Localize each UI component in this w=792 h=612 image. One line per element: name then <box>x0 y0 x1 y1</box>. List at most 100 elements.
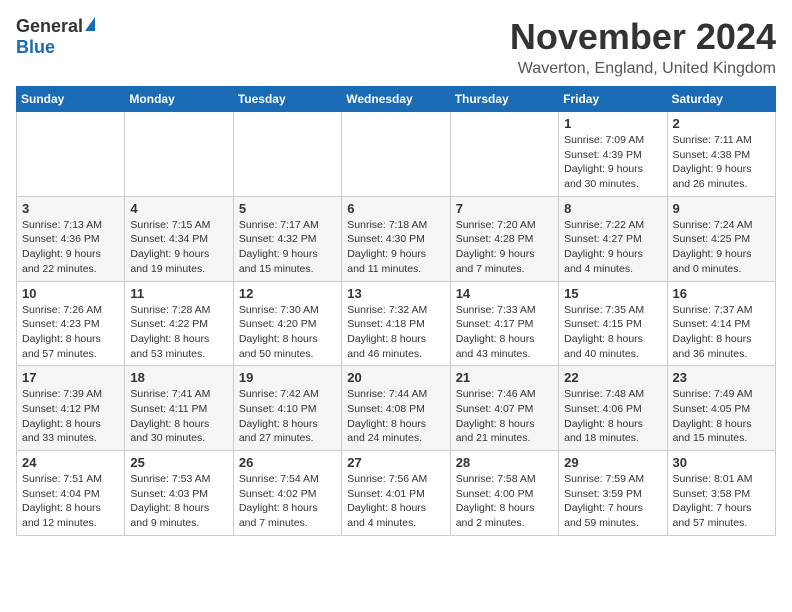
day-info: Sunrise: 7:49 AM Sunset: 4:05 PM Dayligh… <box>673 387 770 446</box>
day-info: Sunrise: 7:15 AM Sunset: 4:34 PM Dayligh… <box>130 218 227 277</box>
day-number: 24 <box>22 455 119 470</box>
calendar-cell: 26 Sunrise: 7:54 AM Sunset: 4:02 PM Dayli… <box>233 451 341 536</box>
day-info: Sunrise: 7:22 AM Sunset: 4:27 PM Dayligh… <box>564 218 661 277</box>
calendar-cell: 29 Sunrise: 7:59 AM Sunset: 3:59 PM Dayli… <box>559 451 667 536</box>
day-number: 23 <box>673 370 770 385</box>
calendar-cell: 1Sunrise: 7:09 AM Sunset: 4:39 PM Daylig… <box>559 112 667 197</box>
calendar-cell: 28 Sunrise: 7:58 AM Sunset: 4:00 PM Dayli… <box>450 451 558 536</box>
day-number: 8 <box>564 201 661 216</box>
day-number: 17 <box>22 370 119 385</box>
location-subtitle: Waverton, England, United Kingdom <box>510 60 776 78</box>
day-info: Sunrise: 7:37 AM Sunset: 4:14 PM Dayligh… <box>673 303 770 362</box>
day-info: Sunrise: 7:32 AM Sunset: 4:18 PM Dayligh… <box>347 303 444 362</box>
calendar-cell: 5 Sunrise: 7:17 AM Sunset: 4:32 PM Daylig… <box>233 196 341 281</box>
calendar-cell: 2Sunrise: 7:11 AM Sunset: 4:38 PM Daylig… <box>667 112 775 197</box>
calendar-cell <box>125 112 233 197</box>
day-number: 13 <box>347 286 444 301</box>
logo-blue-text: Blue <box>16 37 55 58</box>
logo: General Blue <box>16 16 95 58</box>
day-number: 6 <box>347 201 444 216</box>
calendar-cell <box>233 112 341 197</box>
day-info: Sunrise: 7:42 AM Sunset: 4:10 PM Dayligh… <box>239 387 336 446</box>
calendar-cell: 21 Sunrise: 7:46 AM Sunset: 4:07 PM Dayli… <box>450 366 558 451</box>
month-title: November 2024 <box>510 16 776 58</box>
day-info: Sunrise: 7:09 AM Sunset: 4:39 PM Dayligh… <box>564 133 661 192</box>
calendar-table: SundayMondayTuesdayWednesdayThursdayFrid… <box>16 86 776 536</box>
day-info: Sunrise: 7:53 AM Sunset: 4:03 PM Dayligh… <box>130 472 227 531</box>
calendar-cell: 4 Sunrise: 7:15 AM Sunset: 4:34 PM Daylig… <box>125 196 233 281</box>
day-number: 21 <box>456 370 553 385</box>
calendar-cell: 9Sunrise: 7:24 AM Sunset: 4:25 PM Daylig… <box>667 196 775 281</box>
weekday-header-saturday: Saturday <box>667 87 775 112</box>
calendar-cell: 25 Sunrise: 7:53 AM Sunset: 4:03 PM Dayli… <box>125 451 233 536</box>
logo-triangle-icon <box>85 17 95 31</box>
calendar-week-row: 17 Sunrise: 7:39 AM Sunset: 4:12 PM Dayli… <box>17 366 776 451</box>
calendar-cell <box>342 112 450 197</box>
day-number: 15 <box>564 286 661 301</box>
calendar-week-row: 10 Sunrise: 7:26 AM Sunset: 4:23 PM Dayli… <box>17 281 776 366</box>
logo-general-text: General <box>16 16 83 37</box>
day-number: 3 <box>22 201 119 216</box>
day-info: Sunrise: 7:30 AM Sunset: 4:20 PM Dayligh… <box>239 303 336 362</box>
day-number: 16 <box>673 286 770 301</box>
calendar-cell: 8 Sunrise: 7:22 AM Sunset: 4:27 PM Daylig… <box>559 196 667 281</box>
day-number: 2 <box>673 116 770 131</box>
day-number: 10 <box>22 286 119 301</box>
day-info: Sunrise: 7:59 AM Sunset: 3:59 PM Dayligh… <box>564 472 661 531</box>
calendar-cell: 24Sunrise: 7:51 AM Sunset: 4:04 PM Dayli… <box>17 451 125 536</box>
calendar-cell: 18Sunrise: 7:41 AM Sunset: 4:11 PM Dayli… <box>125 366 233 451</box>
calendar-header: SundayMondayTuesdayWednesdayThursdayFrid… <box>17 87 776 112</box>
weekday-header-wednesday: Wednesday <box>342 87 450 112</box>
title-block: November 2024 Waverton, England, United … <box>510 16 776 78</box>
weekday-header-row: SundayMondayTuesdayWednesdayThursdayFrid… <box>17 87 776 112</box>
calendar-cell: 3 Sunrise: 7:13 AM Sunset: 4:36 PM Daylig… <box>17 196 125 281</box>
calendar-cell <box>450 112 558 197</box>
day-info: Sunrise: 7:56 AM Sunset: 4:01 PM Dayligh… <box>347 472 444 531</box>
day-number: 12 <box>239 286 336 301</box>
day-number: 18 <box>130 370 227 385</box>
day-info: Sunrise: 7:18 AM Sunset: 4:30 PM Dayligh… <box>347 218 444 277</box>
weekday-header-friday: Friday <box>559 87 667 112</box>
day-info: Sunrise: 7:54 AM Sunset: 4:02 PM Dayligh… <box>239 472 336 531</box>
calendar-cell: 10 Sunrise: 7:26 AM Sunset: 4:23 PM Dayli… <box>17 281 125 366</box>
day-number: 27 <box>347 455 444 470</box>
day-number: 26 <box>239 455 336 470</box>
weekday-header-monday: Monday <box>125 87 233 112</box>
calendar-cell: 17 Sunrise: 7:39 AM Sunset: 4:12 PM Dayli… <box>17 366 125 451</box>
weekday-header-sunday: Sunday <box>17 87 125 112</box>
day-number: 14 <box>456 286 553 301</box>
day-info: Sunrise: 7:44 AM Sunset: 4:08 PM Dayligh… <box>347 387 444 446</box>
page-header: General Blue November 2024 Waverton, Eng… <box>16 16 776 78</box>
day-info: Sunrise: 7:28 AM Sunset: 4:22 PM Dayligh… <box>130 303 227 362</box>
day-info: Sunrise: 7:33 AM Sunset: 4:17 PM Dayligh… <box>456 303 553 362</box>
day-info: Sunrise: 7:39 AM Sunset: 4:12 PM Dayligh… <box>22 387 119 446</box>
calendar-week-row: 24Sunrise: 7:51 AM Sunset: 4:04 PM Dayli… <box>17 451 776 536</box>
calendar-cell <box>17 112 125 197</box>
day-info: Sunrise: 7:35 AM Sunset: 4:15 PM Dayligh… <box>564 303 661 362</box>
day-info: Sunrise: 7:46 AM Sunset: 4:07 PM Dayligh… <box>456 387 553 446</box>
day-number: 28 <box>456 455 553 470</box>
calendar-cell: 27 Sunrise: 7:56 AM Sunset: 4:01 PM Dayli… <box>342 451 450 536</box>
day-info: Sunrise: 7:20 AM Sunset: 4:28 PM Dayligh… <box>456 218 553 277</box>
day-number: 29 <box>564 455 661 470</box>
day-number: 4 <box>130 201 227 216</box>
day-info: Sunrise: 7:58 AM Sunset: 4:00 PM Dayligh… <box>456 472 553 531</box>
day-info: Sunrise: 7:26 AM Sunset: 4:23 PM Dayligh… <box>22 303 119 362</box>
day-info: Sunrise: 7:13 AM Sunset: 4:36 PM Dayligh… <box>22 218 119 277</box>
calendar-cell: 6 Sunrise: 7:18 AM Sunset: 4:30 PM Daylig… <box>342 196 450 281</box>
day-number: 9 <box>673 201 770 216</box>
calendar-cell: 22Sunrise: 7:48 AM Sunset: 4:06 PM Dayli… <box>559 366 667 451</box>
calendar-week-row: 3 Sunrise: 7:13 AM Sunset: 4:36 PM Daylig… <box>17 196 776 281</box>
day-number: 5 <box>239 201 336 216</box>
calendar-cell: 23 Sunrise: 7:49 AM Sunset: 4:05 PM Dayli… <box>667 366 775 451</box>
calendar-cell: 16 Sunrise: 7:37 AM Sunset: 4:14 PM Dayli… <box>667 281 775 366</box>
day-info: Sunrise: 8:01 AM Sunset: 3:58 PM Dayligh… <box>673 472 770 531</box>
day-info: Sunrise: 7:48 AM Sunset: 4:06 PM Dayligh… <box>564 387 661 446</box>
calendar-cell: 12 Sunrise: 7:30 AM Sunset: 4:20 PM Dayli… <box>233 281 341 366</box>
day-info: Sunrise: 7:17 AM Sunset: 4:32 PM Dayligh… <box>239 218 336 277</box>
day-number: 25 <box>130 455 227 470</box>
calendar-cell: 15 Sunrise: 7:35 AM Sunset: 4:15 PM Dayli… <box>559 281 667 366</box>
calendar-cell: 14 Sunrise: 7:33 AM Sunset: 4:17 PM Dayli… <box>450 281 558 366</box>
day-number: 30 <box>673 455 770 470</box>
weekday-header-tuesday: Tuesday <box>233 87 341 112</box>
